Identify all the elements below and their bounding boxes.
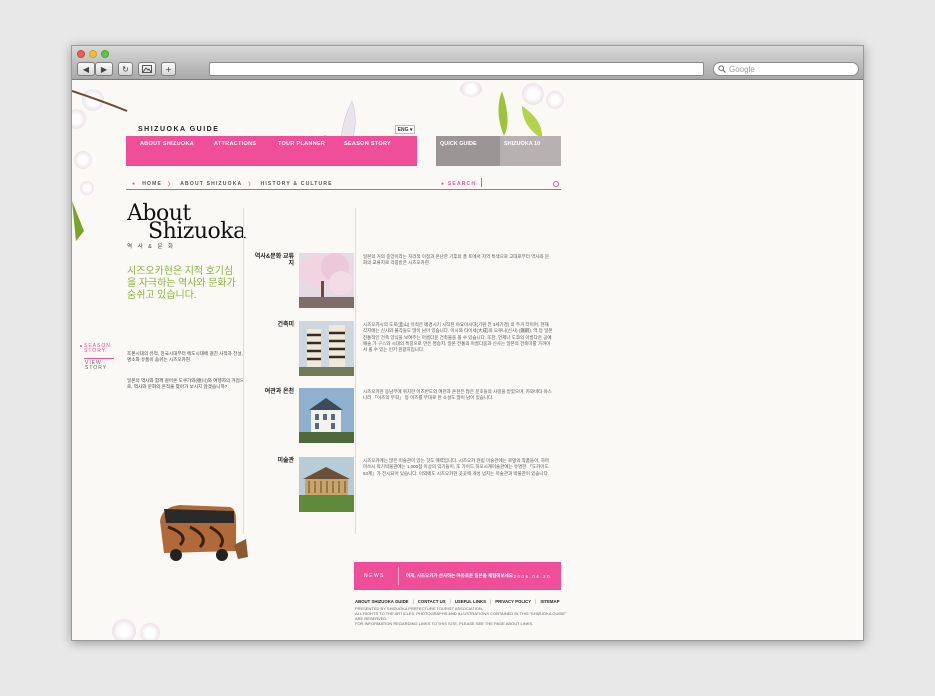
- news-banner[interactable]: NEWS 이제, 시즈오카가 선사하는 여유로운 일본을 체험해보세요! 200…: [354, 562, 561, 590]
- cherry-blossom-decoration-left: [72, 81, 132, 251]
- season-story-link[interactable]: SEASON STORY: [84, 344, 111, 354]
- cherry-blossom-decoration-bottom: [92, 611, 232, 640]
- search-placeholder: Google: [729, 64, 755, 74]
- footer-link-privacy[interactable]: PRIVACY POLICY: [495, 599, 531, 604]
- bullet-icon: [80, 345, 82, 347]
- reload-icon: ↻: [122, 64, 129, 74]
- footer-links: ABOUT SHIZUOKA GUIDE | CONTACT US | USEF…: [355, 599, 560, 604]
- breadcrumb-current: HISTORY & CULTURE: [260, 181, 333, 187]
- zoom-window-button[interactable]: [101, 50, 109, 58]
- nav-shizuoka-10[interactable]: SHIZUOKA 10: [500, 136, 561, 166]
- column-divider-right: [355, 208, 356, 534]
- web-page: SHIZUOKA GUIDE ENG ▾ ABOUT SHIZUOKA ATTR…: [72, 81, 863, 640]
- section-label: 건축미: [277, 322, 294, 328]
- lead-text: 시즈오카현은 지적 호기심을 자극하는 역사와 문화가 숨쉬고 있습니다.: [127, 266, 236, 301]
- reload-button[interactable]: ↻: [118, 62, 133, 76]
- view-story-link[interactable]: VIEW STORY: [85, 361, 107, 371]
- site-search-input[interactable]: [481, 178, 482, 187]
- footer-link-sitemap[interactable]: SITEMAP: [540, 599, 559, 604]
- footer-copyright: PRESENTED BY SHIZUOKA PREFECTURE TOURIST…: [355, 606, 567, 626]
- nav-tour-planner[interactable]: TOUR PLANNER: [264, 136, 330, 166]
- breadcrumb-home[interactable]: HOME: [142, 181, 162, 188]
- page-title-line2: Shizuoka: [148, 219, 246, 244]
- language-select[interactable]: ENG ▾: [395, 125, 415, 134]
- tour-bus-illustration: [150, 501, 250, 571]
- chevron-right-icon: 〉: [248, 182, 255, 188]
- ryokan-onsen-photo[interactable]: [299, 388, 354, 443]
- nav-season-story[interactable]: SEASON STORY: [330, 136, 410, 166]
- intro-paragraph-2: 일본의 역사와 함께 걸어온 도쿠가와(德川)와 여행자의 거점으로, 역사와 …: [127, 378, 245, 390]
- page-subtitle: 역 사 & 문 화: [127, 244, 176, 250]
- search-icon: [718, 65, 726, 73]
- cherry-tree-photo[interactable]: [299, 253, 354, 308]
- footer-link-useful[interactable]: USEFUL LINKS: [455, 599, 486, 604]
- browser-toolbar: ◀ ▶ ↻ + Google: [72, 46, 863, 80]
- museum-photo[interactable]: [299, 457, 354, 512]
- news-label: NEWS: [354, 567, 399, 585]
- footer-link-about[interactable]: ABOUT SHIZUOKA GUIDE: [355, 599, 409, 604]
- news-headline[interactable]: 이제, 시즈오카가 선사하는 여유로운 일본을 체험해보세요!: [399, 573, 513, 579]
- address-bar[interactable]: [209, 62, 704, 76]
- snapback-button[interactable]: [138, 62, 156, 76]
- forward-icon: ▶: [100, 64, 108, 74]
- column-divider-left: [243, 208, 244, 534]
- news-date: 2008.04.20: [513, 573, 551, 579]
- plus-icon: +: [165, 64, 172, 74]
- section-label: 미술관: [277, 458, 294, 464]
- image-icon: [142, 65, 152, 73]
- site-search-label: ● SEARCH: [441, 181, 477, 187]
- section-label: 여관과 온천: [264, 389, 294, 395]
- view-story-divider: [84, 358, 114, 359]
- browser-window: ◀ ▶ ↻ + Google SHIZUOKA GUIDE ENG ▾ ABOU…: [71, 45, 864, 641]
- nav-quick-guide[interactable]: QUICK GUIDE: [436, 136, 500, 166]
- back-icon: ◀: [82, 64, 90, 74]
- section-text: 일본의 거의 중앙이라는 지리적 이점과 온난한 기후의 풍 토에서 지역 특색…: [363, 254, 549, 266]
- back-button[interactable]: ◀: [77, 62, 95, 76]
- minimize-window-button[interactable]: [89, 50, 97, 58]
- chevron-right-icon: 〉: [168, 182, 175, 188]
- architecture-photo[interactable]: [299, 321, 354, 376]
- nav-attractions[interactable]: ATTRACTIONS: [200, 136, 264, 166]
- section-text: 시즈오카에는 많은 미술관이 있는 것도 매력입니다. 시즈오카 현립 미술관에…: [363, 458, 549, 476]
- main-navigation: ABOUT SHIZUOKA ATTRACTIONS TOUR PLANNER …: [126, 136, 417, 166]
- section-text: 시즈오카시의 도로(韮山) 유적은 배경시기 시작된 야요이시대(기원 전 3세…: [363, 322, 553, 353]
- footer-link-contact[interactable]: CONTACT US: [418, 599, 446, 604]
- forward-button[interactable]: ▶: [95, 62, 113, 76]
- site-logo[interactable]: SHIZUOKA GUIDE: [138, 126, 219, 133]
- add-bookmark-button[interactable]: +: [161, 62, 176, 76]
- nav-about-shizuoka[interactable]: ABOUT SHIZUOKA: [126, 136, 200, 166]
- breadcrumb-divider: [126, 189, 561, 190]
- section-label: 역사&문화 교류지: [254, 254, 294, 267]
- site-search-button[interactable]: [553, 181, 559, 187]
- section-text: 시즈오카현 동남부에 위치한 이즈반도의 여관과 온천은 많은 문호들의 사랑을…: [363, 389, 552, 401]
- breadcrumb-about[interactable]: ABOUT SHIZUOKA: [180, 181, 242, 188]
- close-window-button[interactable]: [77, 50, 85, 58]
- breadcrumb: ● HOME 〉 ABOUT SHIZUOKA 〉 HISTORY & CULT…: [132, 181, 333, 188]
- bullet-icon: ●: [132, 181, 137, 187]
- intro-paragraph-1: 조몬시대의 유적, 전국시대부터 에도시대에 걸친 사적과 전설, 명소와 유품…: [127, 351, 243, 363]
- browser-search-field[interactable]: Google: [713, 62, 859, 76]
